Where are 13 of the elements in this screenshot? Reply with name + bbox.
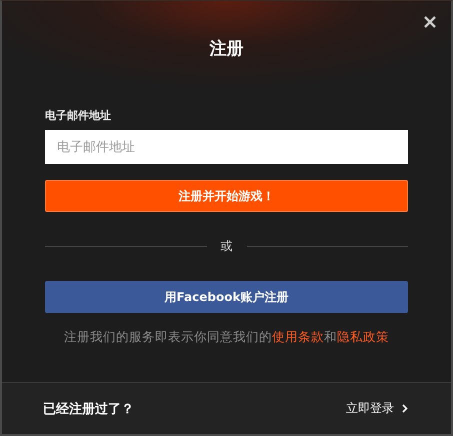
facebook-register-button[interactable]: 用Facebook账户注册 [45,281,408,313]
privacy-link[interactable]: 隐私政策 [337,329,389,344]
close-icon[interactable] [423,15,437,29]
chevron-icon [402,404,408,413]
email-field[interactable]: 电子邮件地址 [45,130,408,164]
email-label: 电子邮件地址 [45,108,111,123]
dialog-title: 注册 [208,38,244,60]
terms-link[interactable]: 使用条款 [272,329,324,344]
already-registered-text: 已经注册过了？ [43,400,134,418]
login-link[interactable]: 立即登录 [346,400,394,417]
terms-text: 注册我们的服务即表示你同意我们的使用条款和隐私政策 [63,329,390,346]
divider-text: 或 [220,238,232,255]
register-button[interactable]: 注册并开始游戏！ [45,180,408,212]
